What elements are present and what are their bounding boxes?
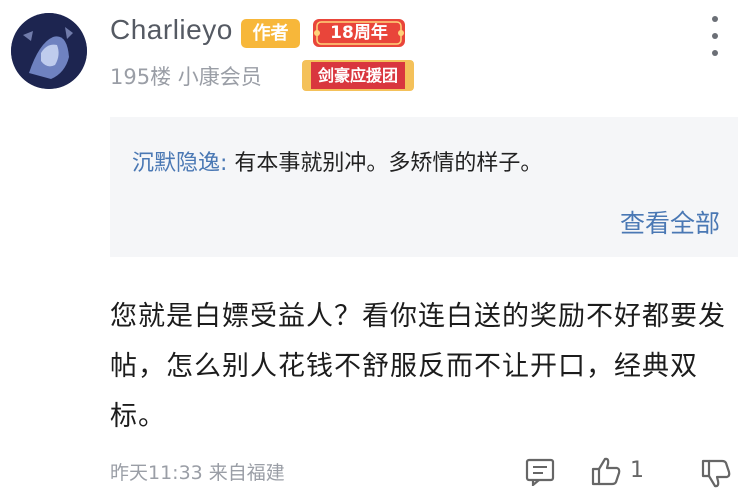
avatar[interactable] xyxy=(11,13,87,89)
anniversary-badge: 18周年 xyxy=(311,16,407,50)
floor-number: 195楼 xyxy=(110,65,172,89)
member-level: 小康会员 xyxy=(177,65,262,89)
thumb-down-icon[interactable] xyxy=(700,458,732,490)
anniversary-badge-label: 18周年 xyxy=(330,23,388,43)
like-count: 1 xyxy=(630,458,644,483)
post-timestamp: 昨天11:33 来自福建 xyxy=(110,462,285,484)
more-options-button[interactable] xyxy=(700,16,730,56)
more-vertical-icon-dot xyxy=(712,50,718,56)
quoted-reply-line: 沉默隐逸: 有本事就别冲。多矫情的样子。 xyxy=(132,145,542,177)
quoted-reply-text: 有本事就别冲。多矫情的样子。 xyxy=(227,151,543,176)
more-vertical-icon-dot xyxy=(712,33,718,39)
fan-group-badge[interactable]: 剑豪应援团 xyxy=(302,60,414,91)
post-content: 您就是白嫖受益人？看你连白送的奖励不好都要发帖，怎么别人花钱不舒服反而不让开口，… xyxy=(110,301,726,432)
user-meta: 195楼 小康会员 xyxy=(110,61,262,91)
author-badge: 作者 xyxy=(241,19,300,48)
comment-icon[interactable] xyxy=(525,458,555,486)
quoted-user-name[interactable]: 沉默隐逸: xyxy=(132,151,227,176)
username[interactable]: Charlieyo xyxy=(110,14,233,46)
more-vertical-icon xyxy=(712,16,718,22)
quoted-reply[interactable]: 沉默隐逸: 有本事就别冲。多矫情的样子。 查看全部 xyxy=(110,117,738,257)
fan-group-badge-label: 剑豪应援团 xyxy=(317,66,398,85)
view-all-link[interactable]: 查看全部 xyxy=(620,204,720,240)
thumb-up-icon[interactable] xyxy=(590,455,622,487)
avatar-image xyxy=(11,13,87,89)
